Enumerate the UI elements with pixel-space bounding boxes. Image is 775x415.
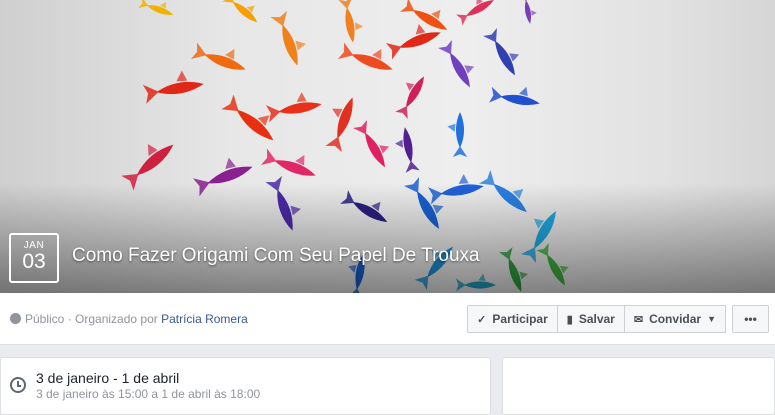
bookmark-icon: ▮ xyxy=(566,313,573,326)
participate-label: Participar xyxy=(492,312,548,326)
origami-fish xyxy=(121,144,174,191)
organizer-link[interactable]: Patrícia Romera xyxy=(161,312,248,326)
envelope-icon: ✉ xyxy=(633,313,644,326)
organized-by-label: · Organizado por xyxy=(64,312,162,326)
origami-fish xyxy=(270,10,306,66)
more-options-label: ••• xyxy=(744,312,757,326)
origami-fish xyxy=(260,148,316,176)
event-day: 03 xyxy=(22,250,46,273)
origami-fish xyxy=(142,70,204,104)
origami-fish xyxy=(138,0,174,15)
side-card xyxy=(502,357,775,415)
origami-fish xyxy=(325,97,353,153)
origami-fish xyxy=(337,42,393,70)
event-details-card: 3 de janeiro - 1 de abril 3 de janeiro à… xyxy=(0,357,491,415)
event-date-badge: JAN 03 xyxy=(9,233,59,283)
origami-fish xyxy=(221,94,274,141)
origami-fish xyxy=(483,28,520,76)
origami-fish xyxy=(395,76,424,119)
event-meta: Público · Organizado por Patrícia Romera xyxy=(10,312,248,326)
cover-gradient xyxy=(0,183,775,293)
origami-fish xyxy=(394,127,420,173)
more-options-button[interactable]: ••• xyxy=(732,305,769,333)
origami-fish xyxy=(353,120,390,168)
event-info-bar: Público · Organizado por Patrícia Romera… xyxy=(0,293,775,345)
event-cover-photo[interactable]: JAN 03 Como Fazer Origami Com Seu Papel … xyxy=(0,0,775,293)
event-date-range: 3 de janeiro - 1 de abril xyxy=(36,370,180,386)
invite-label: Convidar xyxy=(649,312,702,326)
origami-fish xyxy=(190,42,246,70)
participate-icon: ✓ xyxy=(477,313,487,326)
globe-icon xyxy=(10,313,21,324)
save-label: Salvar xyxy=(578,312,615,326)
event-title: Como Fazer Origami Com Seu Papel De Trou… xyxy=(72,245,480,266)
origami-fish xyxy=(447,112,468,157)
origami-fish xyxy=(520,0,537,24)
participate-button[interactable]: ✓ Participar xyxy=(467,305,558,333)
origami-fish xyxy=(338,0,364,43)
origami-fish xyxy=(400,0,448,30)
privacy-label: Público xyxy=(25,312,65,326)
chevron-down-icon: ▼ xyxy=(707,314,716,324)
origami-fish xyxy=(489,86,540,106)
event-time-range: 3 de janeiro às 15:00 a 1 de abril às 18… xyxy=(36,387,261,401)
origami-fish xyxy=(438,40,475,88)
origami-fish xyxy=(456,0,494,26)
save-button[interactable]: ▮ Salvar xyxy=(556,305,625,333)
origami-fish xyxy=(265,92,322,123)
event-actions: ✓ Participar ▮ Salvar ✉ Convidar ▼ ••• xyxy=(467,305,769,333)
clock-icon xyxy=(10,377,26,393)
origami-fish xyxy=(222,0,258,23)
invite-button[interactable]: ✉ Convidar ▼ xyxy=(623,305,726,333)
